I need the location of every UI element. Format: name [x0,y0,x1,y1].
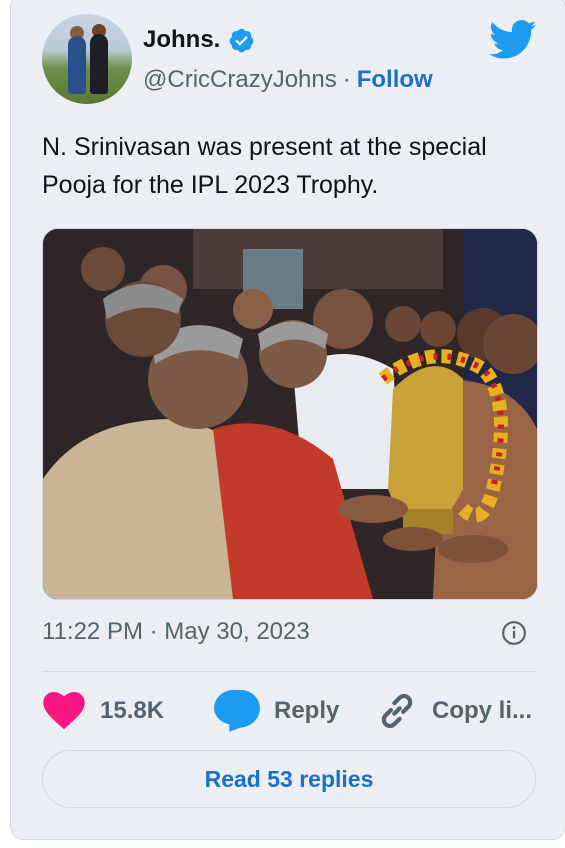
pooja-ceremony-image [43,229,537,599]
tweet-timestamp[interactable]: 11:22 PM · May 30, 2023 [42,618,310,646]
reply-label: Reply [274,697,340,724]
user-handle[interactable]: @CricCrazyJohns [143,66,337,94]
read-replies-button[interactable]: Read 53 replies [42,750,536,808]
info-icon[interactable] [501,620,527,646]
separator-dot: · [342,66,351,93]
tweet-photo[interactable] [42,228,538,600]
handle-row: @CricCrazyJohns · Follow [143,66,433,94]
twitter-bird-icon[interactable] [489,20,537,60]
heart-icon [43,692,85,730]
like-count: 15.8K [100,697,165,724]
copy-link-label: Copy li... [432,697,533,724]
link-icon [381,694,413,728]
reply-button[interactable]: Reply [214,686,339,736]
verified-badge-icon [230,28,254,52]
avatar[interactable] [42,14,132,104]
copy-link-button[interactable]: Copy li... [376,686,532,736]
like-button[interactable]: 15.8K [42,686,164,736]
display-name[interactable]: Johns. [143,26,220,54]
author-name-row: Johns. [143,26,255,54]
divider [42,671,537,672]
action-bar: 15.8K Reply Copy li... [42,686,537,736]
tweet-text: N. Srinivasan was present at the special… [42,133,487,199]
reply-bubble-icon [214,690,260,732]
follow-link[interactable]: Follow [357,66,433,94]
